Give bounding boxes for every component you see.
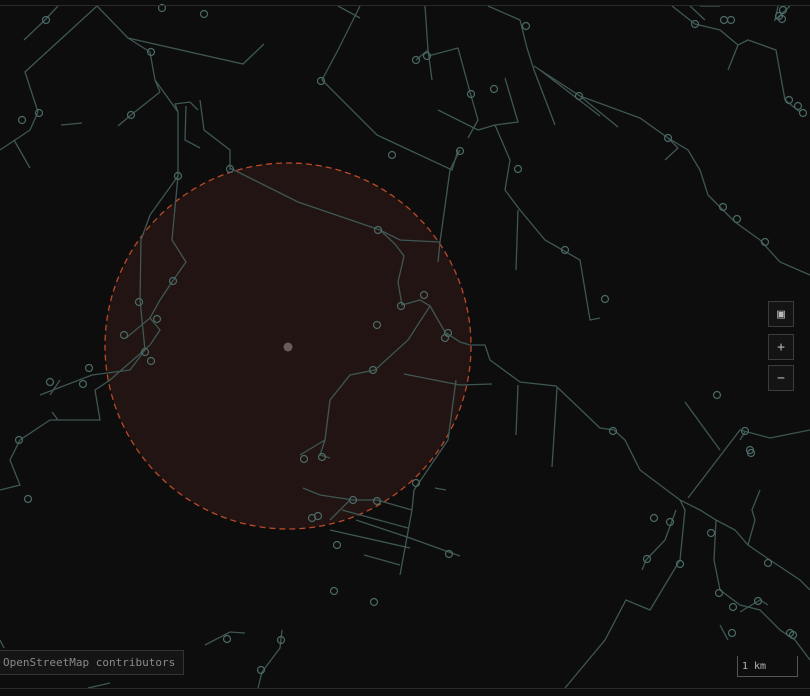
bottom-border (0, 688, 810, 689)
layers-icon: ▣ (777, 306, 785, 322)
map-canvas[interactable] (0, 0, 810, 696)
plus-icon: + (777, 339, 785, 355)
layers-toggle-button[interactable]: ▣ (768, 301, 794, 327)
zoom-in-button[interactable]: + (768, 334, 794, 360)
minus-icon: − (777, 370, 785, 386)
map-attribution[interactable]: OpenStreetMap contributors (0, 650, 185, 675)
center-marker (283, 342, 293, 352)
zoom-out-button[interactable]: − (768, 365, 794, 391)
top-border (0, 5, 810, 6)
scale-bar: 1 km (737, 656, 798, 677)
